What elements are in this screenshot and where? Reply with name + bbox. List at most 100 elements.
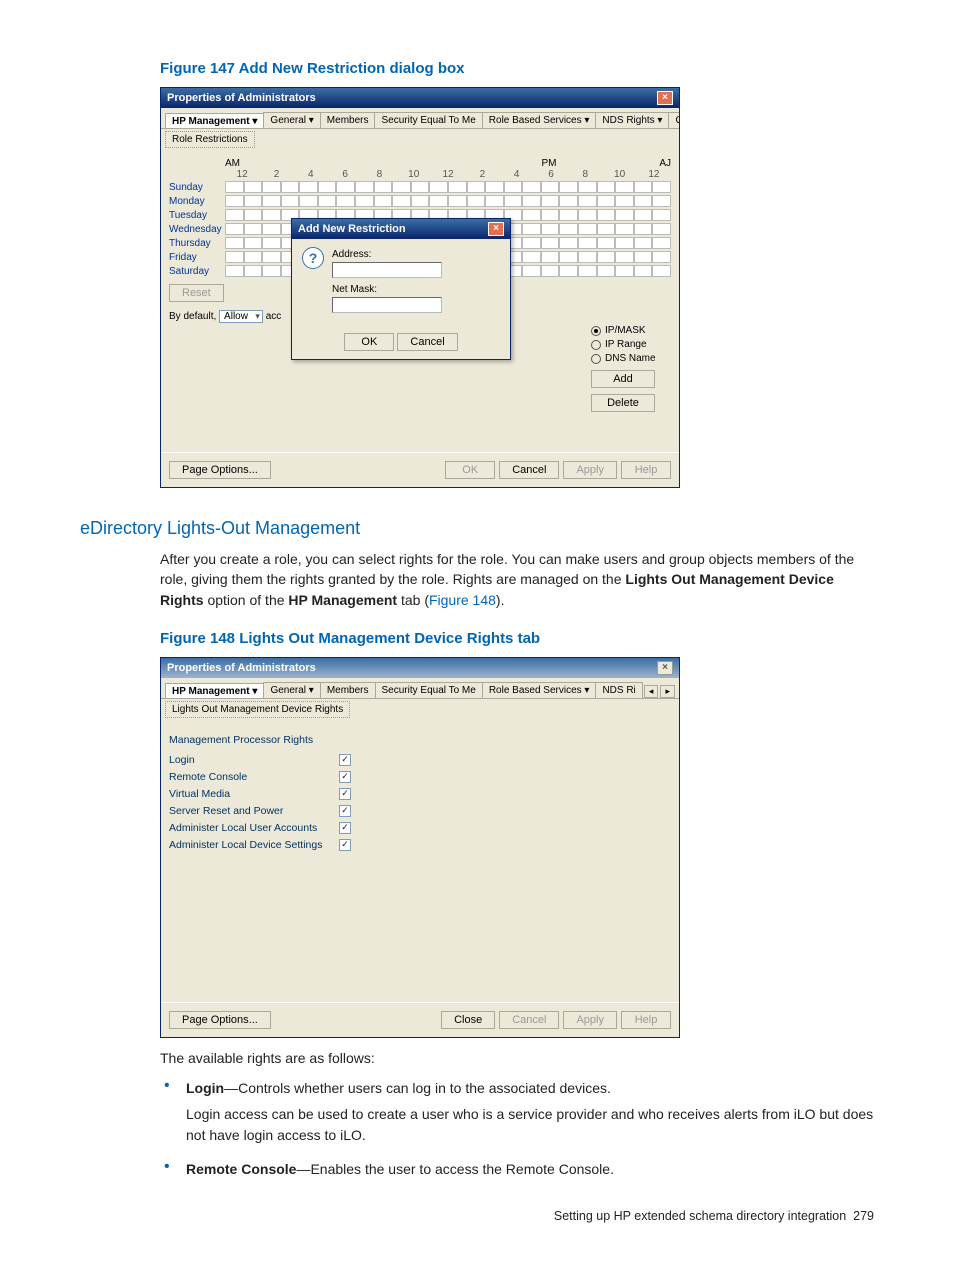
page-options-button[interactable]: Page Options... <box>169 461 271 479</box>
text: tab ( <box>397 592 429 608</box>
section-heading: eDirectory Lights-Out Management <box>80 518 874 539</box>
page-number: 279 <box>853 1209 874 1223</box>
right-desc: —Enables the user to access the Remote C… <box>296 1161 614 1177</box>
radio-label: IP/MASK <box>605 325 646 336</box>
day-label: Friday <box>169 252 225 263</box>
help-button[interactable]: Help <box>621 1011 671 1029</box>
tab-nds-rights[interactable]: NDS Rights ▾ <box>595 112 669 128</box>
tab-role-based-services[interactable]: Role Based Services ▾ <box>482 682 597 698</box>
rights-bullet-list: Login—Controls whether users can log in … <box>180 1078 874 1179</box>
hour-label: 12 <box>637 169 671 180</box>
close-icon[interactable]: × <box>488 222 504 236</box>
subtab-role-restrictions[interactable]: Role Restrictions <box>165 131 255 148</box>
cancel-button[interactable]: Cancel <box>499 461 559 479</box>
rights-row: Login✓ <box>169 754 671 766</box>
cancel-button[interactable]: Cancel <box>499 1011 559 1029</box>
hour-label: 4 <box>294 169 328 180</box>
right-checkbox[interactable]: ✓ <box>339 771 351 783</box>
netmask-input[interactable] <box>332 297 442 313</box>
day-label: Tuesday <box>169 210 225 221</box>
dialog-titlebar: Properties of Administrators × <box>161 658 679 678</box>
inner-dialog-title: Add New Restriction <box>298 223 406 235</box>
day-label: Sunday <box>169 182 225 193</box>
figure-147-caption: Figure 147 Add New Restriction dialog bo… <box>160 60 874 77</box>
right-label: Remote Console <box>169 771 339 783</box>
page-options-button[interactable]: Page Options... <box>169 1011 271 1029</box>
delete-button[interactable]: Delete <box>591 394 655 412</box>
tab-security-equal[interactable]: Security Equal To Me <box>375 682 483 698</box>
tab-scroll-right-icon[interactable]: ▸ <box>660 685 675 698</box>
rights-row: Virtual Media✓ <box>169 788 671 800</box>
right-desc: —Controls whether users can log in to th… <box>224 1080 611 1096</box>
am-label: AM <box>225 158 441 169</box>
pm-label: PM <box>441 158 657 169</box>
dialog-body: Management Processor Rights Login✓ Remote… <box>161 722 679 1002</box>
hour-label: 10 <box>602 169 636 180</box>
figure-147-dialog: Properties of Administrators × HP Manage… <box>160 87 680 488</box>
day-row: Monday <box>169 194 671 208</box>
tab-members[interactable]: Members <box>320 112 376 128</box>
rights-row: Administer Local Device Settings✓ <box>169 839 671 851</box>
figure-148-link[interactable]: Figure 148 <box>429 592 496 608</box>
tab-scroll-left-icon[interactable]: ◂ <box>644 685 659 698</box>
tab-role-based-services[interactable]: Role Based Services ▾ <box>482 112 597 128</box>
default-suffix: acc <box>266 311 282 322</box>
right-checkbox[interactable]: ✓ <box>339 805 351 817</box>
right-label: Virtual Media <box>169 788 339 800</box>
tab-security-equal[interactable]: Security Equal To Me <box>374 112 482 128</box>
day-label: Saturday <box>169 266 225 277</box>
right-name: Login <box>186 1080 224 1096</box>
apply-button[interactable]: Apply <box>563 1011 617 1029</box>
rights-row: Remote Console✓ <box>169 771 671 783</box>
close-button[interactable]: Close <box>441 1011 495 1029</box>
right-label: Administer Local User Accounts <box>169 822 339 834</box>
right-checkbox[interactable]: ✓ <box>339 839 351 851</box>
right-checkbox[interactable]: ✓ <box>339 822 351 834</box>
right-label: Server Reset and Power <box>169 805 339 817</box>
radio-ipmask[interactable]: IP/MASK <box>591 325 671 336</box>
hour-label: 6 <box>534 169 568 180</box>
day-row: Sunday <box>169 180 671 194</box>
hour-label: 6 <box>328 169 362 180</box>
footer-text: Setting up HP extended schema directory … <box>554 1209 846 1223</box>
text-strong: HP Management <box>288 592 397 608</box>
right-checkbox[interactable]: ✓ <box>339 788 351 800</box>
add-button[interactable]: Add <box>591 370 655 388</box>
right-checkbox[interactable]: ✓ <box>339 754 351 766</box>
close-icon[interactable]: × <box>657 661 673 675</box>
day-cells[interactable] <box>225 181 671 193</box>
tab-other[interactable]: Other <box>668 112 679 128</box>
tab-nds-rights[interactable]: NDS Ri <box>595 682 642 698</box>
radio-dnsname[interactable]: DNS Name <box>591 353 671 364</box>
hours-row: 12 2 4 6 8 10 12 2 4 6 8 10 12 <box>169 169 671 180</box>
tab-members[interactable]: Members <box>320 682 376 698</box>
rights-heading: Management Processor Rights <box>169 734 671 746</box>
day-cells[interactable] <box>225 195 671 207</box>
help-button[interactable]: Help <box>621 461 671 479</box>
default-select[interactable]: Allow <box>219 310 263 323</box>
tab-general[interactable]: General ▾ <box>263 682 320 698</box>
right-subdesc: Login access can be used to create a use… <box>186 1104 874 1145</box>
right-name: Remote Console <box>186 1161 296 1177</box>
address-input[interactable] <box>332 262 442 278</box>
apply-button[interactable]: Apply <box>563 461 617 479</box>
list-item: Login—Controls whether users can log in … <box>180 1078 874 1145</box>
day-label: Thursday <box>169 238 225 249</box>
rights-intro: The available rights are as follows: <box>160 1048 874 1068</box>
reset-button[interactable]: Reset <box>169 284 224 302</box>
radio-iprange[interactable]: IP Range <box>591 339 671 350</box>
cancel-button[interactable]: Cancel <box>397 333 457 351</box>
tab-general[interactable]: General ▾ <box>263 112 320 128</box>
tab-hp-management[interactable]: HP Management ▾ <box>165 683 264 699</box>
figure-148-dialog: Properties of Administrators × HP Manage… <box>160 657 680 1038</box>
page-footer: Setting up HP extended schema directory … <box>80 1209 874 1223</box>
ok-button[interactable]: OK <box>344 333 394 351</box>
tab-hp-management[interactable]: HP Management ▾ <box>165 113 264 129</box>
close-icon[interactable]: × <box>657 91 673 105</box>
radio-label: IP Range <box>605 339 647 350</box>
subtab-device-rights[interactable]: Lights Out Management Device Rights <box>165 701 350 718</box>
ok-button[interactable]: OK <box>445 461 495 479</box>
rights-row: Server Reset and Power✓ <box>169 805 671 817</box>
hour-label: 8 <box>568 169 602 180</box>
figure-148-caption: Figure 148 Lights Out Management Device … <box>160 630 874 647</box>
